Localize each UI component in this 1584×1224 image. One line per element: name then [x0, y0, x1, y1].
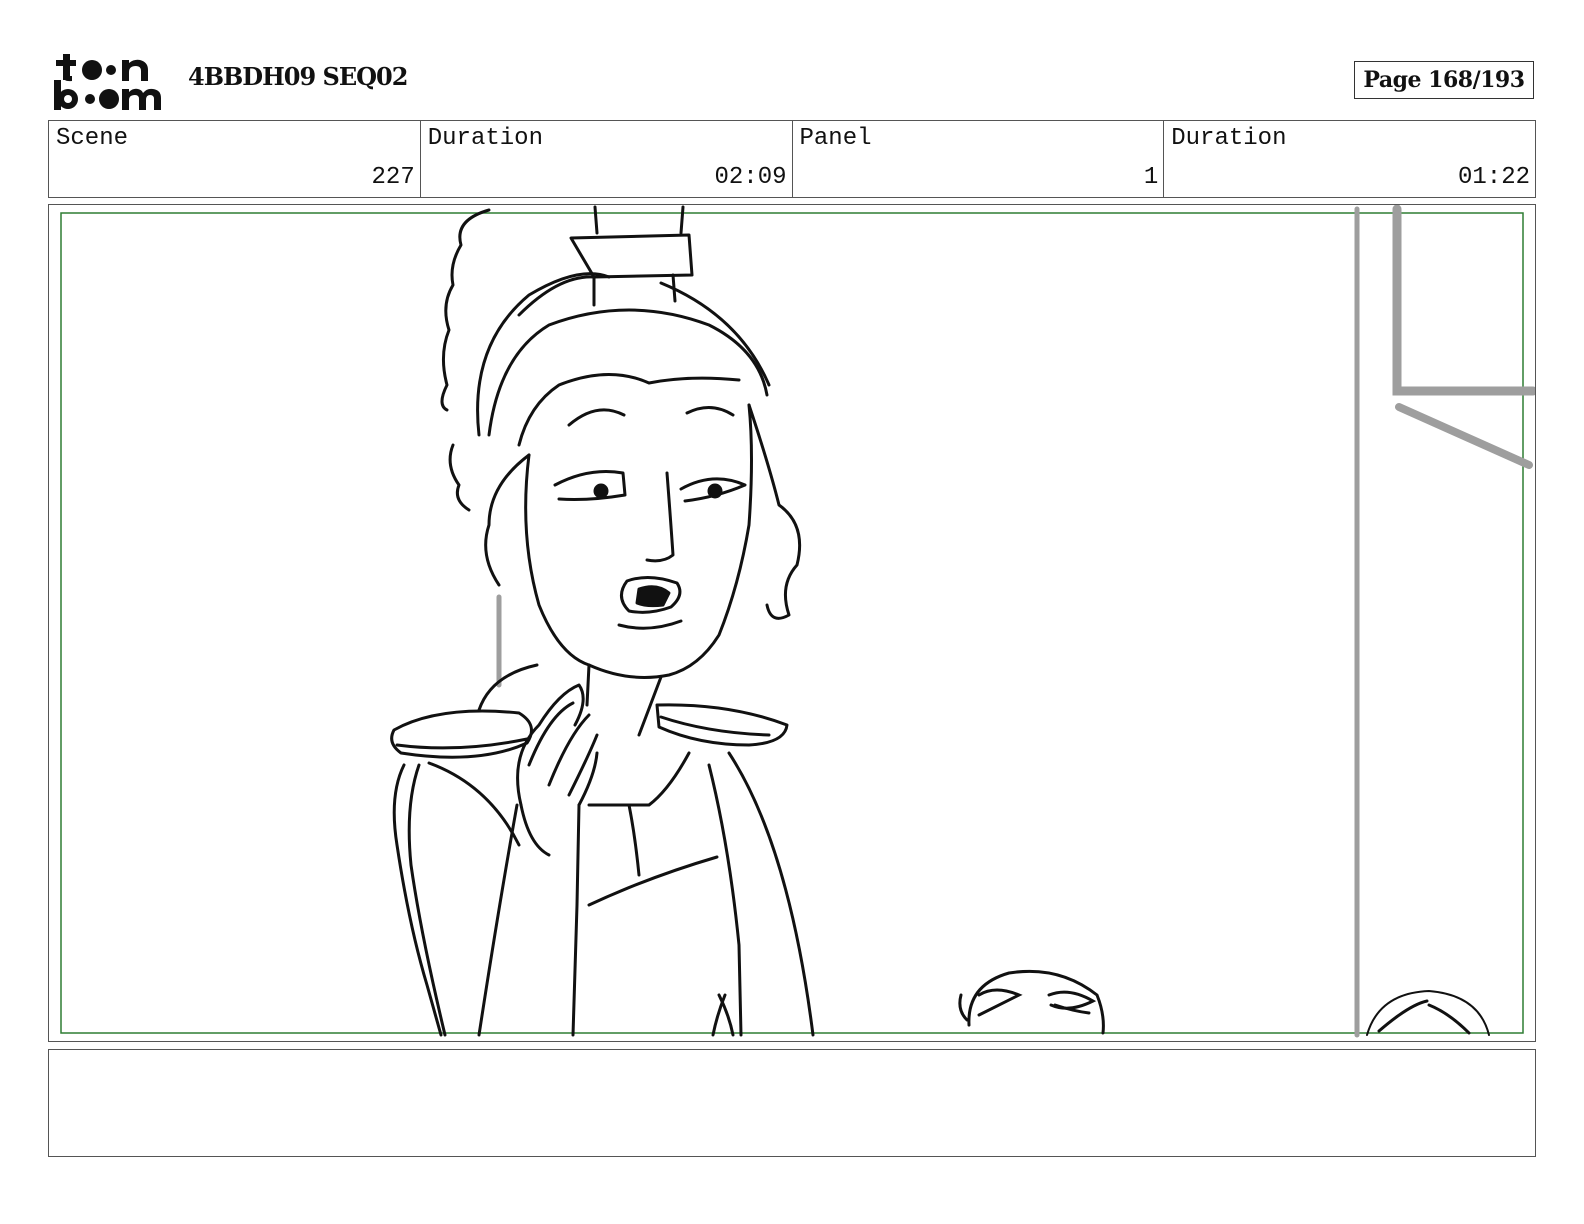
panel-notes-box	[48, 1049, 1536, 1157]
panel-cell: Panel 1	[793, 121, 1165, 197]
panel-label: Panel	[799, 125, 872, 152]
background-characters-sketch	[958, 969, 1490, 1036]
scene-cell: Scene 227	[49, 121, 421, 197]
panel-value: 1	[1143, 164, 1159, 191]
scene-duration-value: 02:09	[714, 164, 787, 191]
project-title: 4BBDH09 SEQ02	[188, 62, 408, 91]
toon-boom-logo	[52, 50, 164, 112]
scene-duration-cell: Duration 02:09	[421, 121, 793, 197]
character-sketch	[390, 205, 815, 1037]
page-number: Page 168/193	[1354, 61, 1534, 99]
storyboard-panel	[48, 204, 1536, 1042]
scene-info-table: Scene 227 Duration 02:09 Panel 1 Duratio…	[48, 120, 1536, 198]
panel-duration-value: 01:22	[1457, 164, 1530, 191]
panel-drawing	[60, 205, 1535, 1038]
toon-boom-logo-icon	[54, 54, 161, 110]
panel-duration-cell: Duration 01:22	[1164, 121, 1535, 197]
scene-value: 227	[371, 164, 415, 191]
scene-duration-label: Duration	[427, 125, 543, 152]
scene-label: Scene	[56, 125, 129, 152]
background-sketch	[496, 205, 1535, 1038]
panel-duration-label: Duration	[1171, 125, 1287, 152]
